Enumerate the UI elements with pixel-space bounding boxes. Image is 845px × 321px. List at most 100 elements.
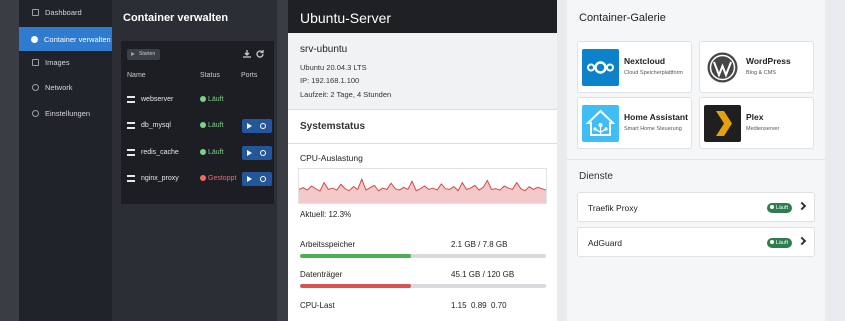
plex-logo [704, 105, 741, 142]
status-badge: Läuft [766, 203, 792, 213]
network-icon [31, 83, 39, 91]
grid-icon [31, 8, 39, 16]
divider [567, 159, 825, 160]
circle-icon [31, 35, 38, 43]
divider [288, 143, 557, 144]
sidebar-item-label: Einstellungen [45, 108, 91, 118]
wordpress-logo [704, 49, 741, 86]
server-icon [127, 96, 135, 103]
status-badge: Läuft [200, 149, 224, 156]
table-row[interactable]: nginx_proxy Gestoppt [121, 169, 274, 189]
cpu-title: CPU-Auslastung [300, 153, 363, 163]
status-badge: Läuft [766, 238, 792, 248]
sidebar-item-label: Images [45, 57, 70, 67]
cpu-chart [298, 168, 547, 204]
app-card-nextcloud[interactable]: Nextcloud Cloud Speicherplattform [577, 41, 692, 93]
app-name: Home Assistant [624, 112, 688, 122]
gallery-panel: Container-Galerie Nextcloud Cloud Speich… [567, 0, 825, 321]
app-card-home-assistant[interactable]: Home Assistant Smart Home Steuerung [577, 97, 692, 149]
disk-label: Datenträger [300, 270, 343, 279]
gear-icon [31, 109, 39, 117]
server-os: Ubuntu 20.04.3 LTS [300, 63, 367, 72]
service-row-adguard[interactable]: AdGuard Läuft [577, 227, 815, 257]
sidebar-item-images[interactable]: Images [19, 50, 112, 74]
play-icon [247, 123, 252, 129]
service-row-traefik[interactable]: Traefik Proxy Läuft [577, 192, 815, 222]
server-icon [127, 175, 135, 182]
home-assistant-logo [582, 105, 619, 142]
chevron-right-icon[interactable] [797, 236, 807, 246]
memory-value: 2.1 GB / 7.8 GB [451, 240, 508, 249]
server-panel: Ubuntu-Server srv-ubuntu Ubuntu 20.04.3 … [288, 0, 557, 321]
chevron-right-icon[interactable] [797, 201, 807, 211]
container-name: db_mysql [141, 122, 171, 129]
server-header: Ubuntu-Server [288, 0, 557, 33]
cpu-load-label: CPU-Last [300, 301, 335, 310]
cpu-current: Aktuell: 12.3% [300, 210, 352, 219]
gear-icon [260, 150, 266, 156]
systemstatus-title: Systemstatus [300, 121, 366, 132]
container-action-button[interactable] [242, 172, 272, 186]
table-row[interactable]: db_mysql Läuft [121, 116, 274, 136]
cpu-load-value: 1.15 0.89 0.70 [451, 301, 507, 310]
container-name: redis_cache [141, 149, 179, 156]
nextcloud-logo [582, 49, 619, 86]
status-badge: Läuft [200, 122, 224, 129]
column-header-ports: Ports [241, 72, 258, 79]
app-description: Cloud Speicherplattform [624, 70, 684, 76]
app-description: Blog & CMS [746, 70, 776, 76]
server-info: srv-ubuntu Ubuntu 20.04.3 LTS IP: 192.16… [288, 33, 557, 110]
app-name: Plex [746, 112, 764, 122]
service-name: AdGuard [588, 238, 623, 248]
container-name: nginx_proxy [141, 175, 179, 182]
gallery-title: Container-Galerie [579, 12, 666, 24]
download-icon[interactable] [243, 50, 251, 58]
container-action-button[interactable] [242, 146, 272, 160]
app-name: WordPress [746, 56, 791, 66]
table-row[interactable]: webserver Läuft [121, 90, 274, 110]
play-icon [247, 150, 252, 156]
page-title: Container verwalten [123, 12, 229, 24]
app-description: Medienserver [746, 126, 780, 132]
server-name: srv-ubuntu [300, 44, 348, 55]
app-card-wordpress[interactable]: WordPress Blog & CMS [699, 41, 814, 93]
play-icon [247, 176, 252, 182]
app-description: Smart Home Steuerung [624, 126, 682, 132]
status-badge: Läuft [200, 96, 224, 103]
table-row[interactable]: redis_cache Läuft [121, 143, 274, 163]
image-icon [31, 58, 39, 66]
start-button[interactable]: Starten [127, 49, 161, 60]
gear-icon [260, 176, 266, 182]
container-name: webserver [141, 96, 174, 103]
memory-label: Arbeitsspeicher [300, 240, 356, 249]
memory-bar-fill [300, 254, 411, 258]
sidebar-item-einstellungen[interactable]: Einstellungen [19, 101, 112, 125]
services-title: Dienste [579, 171, 613, 182]
app-name: Nextcloud [624, 56, 666, 66]
sidebar-item-container-verwalten[interactable]: Container verwalten [19, 27, 112, 51]
container-action-button[interactable] [242, 119, 272, 133]
sidebar-item-label: Dashboard [45, 7, 82, 17]
column-header-name: Name [127, 72, 146, 79]
sidebar-item-label: Container verwalten [44, 34, 111, 44]
gear-icon [260, 123, 266, 129]
server-icon [127, 149, 135, 156]
disk-value: 45.1 GB / 120 GB [451, 270, 515, 279]
memory-bar [300, 254, 546, 258]
status-badge: Gestoppt [200, 175, 236, 182]
refresh-icon[interactable] [256, 50, 264, 58]
sidebar: Dashboard Container verwalten Images Net… [19, 0, 112, 321]
disk-bar-fill [300, 284, 411, 288]
sidebar-item-network[interactable]: Network [19, 75, 112, 99]
sidebar-item-dashboard[interactable]: Dashboard [19, 0, 112, 24]
service-name: Traefik Proxy [588, 203, 638, 213]
column-header-status: Status [200, 72, 220, 79]
cpu-chart-area [299, 179, 546, 203]
server-ip: IP: 192.168.1.100 [300, 76, 360, 85]
disk-bar [300, 284, 546, 288]
app-card-plex[interactable]: Plex Medienserver [699, 97, 814, 149]
sidebar-item-label: Network [45, 82, 73, 92]
server-icon [127, 122, 135, 129]
server-uptime: Laufzeit: 2 Tage, 4 Stunden [300, 90, 392, 99]
container-table: Starten Name Status Ports webserver Läuf… [121, 41, 274, 204]
